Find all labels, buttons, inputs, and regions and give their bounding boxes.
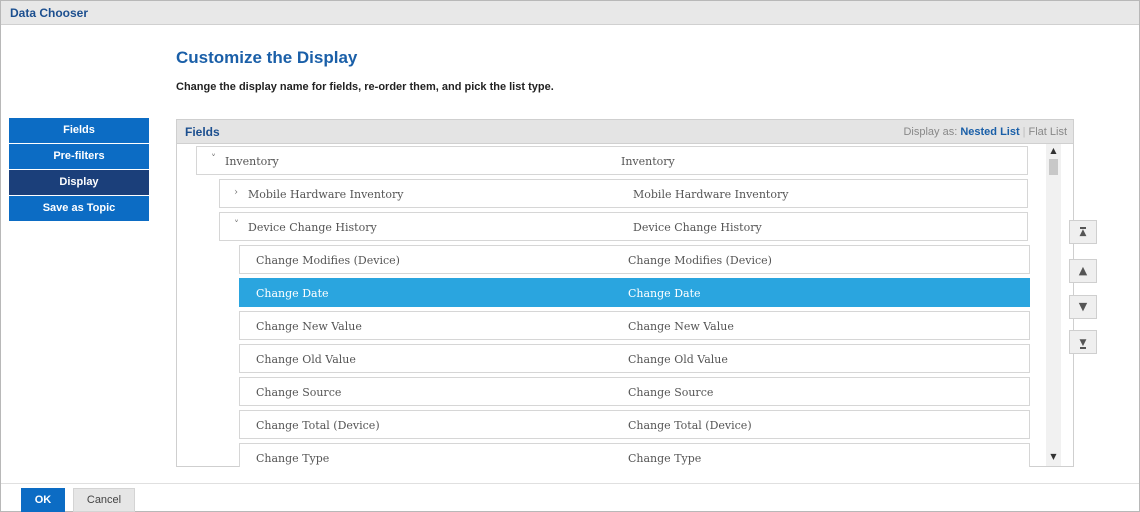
- flat-list-option[interactable]: Flat List: [1028, 126, 1067, 138]
- move-down-button[interactable]: ▼: [1069, 295, 1097, 319]
- move-to-bottom-button[interactable]: ▼: [1069, 330, 1097, 354]
- field-name: Change Source: [256, 386, 342, 399]
- field-display-name[interactable]: Change Source: [628, 386, 713, 399]
- move-up-button[interactable]: ▲: [1069, 259, 1097, 283]
- scroll-down-icon[interactable]: ▼: [1048, 452, 1059, 461]
- field-name: Mobile Hardware Inventory: [248, 188, 404, 201]
- move-up-icon: ▲: [1078, 264, 1088, 277]
- chevron-right-icon[interactable]: ›: [234, 187, 238, 198]
- move-to-bottom-icon: ▼: [1079, 338, 1087, 349]
- sidebar-item-pre-filters[interactable]: Pre-filters: [9, 144, 149, 169]
- tree-row-device-change-history[interactable]: ˅ Device Change History Device Change Hi…: [219, 212, 1028, 241]
- panel-title: Fields: [185, 125, 220, 139]
- tree-row-change-old-value[interactable]: Change Old Value Change Old Value: [239, 344, 1030, 373]
- tree-row-change-modifies-device[interactable]: Change Modifies (Device) Change Modifies…: [239, 245, 1030, 274]
- tree-scrollbar[interactable]: ▲ ▼: [1046, 144, 1061, 466]
- field-name: Change Type: [256, 452, 330, 465]
- field-display-name[interactable]: Change Total (Device): [628, 419, 752, 432]
- data-chooser-window: Data Chooser Customize the Display Chang…: [0, 0, 1140, 512]
- move-to-top-icon: ▲: [1079, 227, 1087, 238]
- display-as-label: Display as:: [903, 126, 958, 138]
- chevron-down-icon[interactable]: ˅: [234, 220, 239, 231]
- field-display-name[interactable]: Mobile Hardware Inventory: [633, 188, 788, 201]
- display-as-switcher: Display as: Nested List | Flat List: [903, 126, 1067, 138]
- field-name: Device Change History: [248, 221, 377, 234]
- field-display-name[interactable]: Change New Value: [628, 320, 734, 333]
- field-name: Inventory: [225, 155, 279, 168]
- tree-row-change-type[interactable]: Change Type Change Type: [239, 443, 1030, 467]
- titlebar: Data Chooser: [1, 1, 1139, 25]
- nested-list-option[interactable]: Nested List: [960, 126, 1019, 138]
- tree-row-change-new-value[interactable]: Change New Value Change New Value: [239, 311, 1030, 340]
- field-display-name[interactable]: Change Old Value: [628, 353, 728, 366]
- ok-button[interactable]: OK: [21, 488, 65, 512]
- tree-row-mobile-hardware-inventory[interactable]: › Mobile Hardware Inventory Mobile Hardw…: [219, 179, 1028, 208]
- field-name: Change Modifies (Device): [256, 254, 400, 267]
- tree-row-change-source[interactable]: Change Source Change Source: [239, 377, 1030, 406]
- sidebar-item-display[interactable]: Display: [9, 170, 149, 195]
- field-display-name[interactable]: Inventory: [621, 155, 675, 168]
- panel-header: Fields Display as: Nested List | Flat List: [177, 120, 1073, 144]
- chevron-down-icon[interactable]: ˅: [211, 154, 216, 165]
- field-name: Change Old Value: [256, 353, 356, 366]
- cancel-button[interactable]: Cancel: [73, 488, 135, 512]
- move-to-top-button[interactable]: ▲: [1069, 220, 1097, 244]
- tree-row-change-total-device[interactable]: Change Total (Device) Change Total (Devi…: [239, 410, 1030, 439]
- tree-row-inventory[interactable]: ˅ Inventory Inventory: [196, 146, 1028, 175]
- tree-row-change-date[interactable]: Change Date Change Date: [239, 278, 1030, 307]
- field-name: Change Date: [256, 287, 329, 300]
- field-display-name[interactable]: Change Modifies (Device): [628, 254, 772, 267]
- footer-divider: [1, 483, 1139, 484]
- sidebar-item-fields[interactable]: Fields: [9, 118, 149, 143]
- move-down-icon: ▼: [1078, 300, 1088, 313]
- sidebar-item-save-as-topic[interactable]: Save as Topic: [9, 196, 149, 221]
- field-name: Change Total (Device): [256, 419, 380, 432]
- scrollbar-thumb[interactable]: [1049, 159, 1058, 175]
- field-name: Change New Value: [256, 320, 362, 333]
- page-subtitle: Change the display name for fields, re-o…: [176, 81, 554, 93]
- page-title: Customize the Display: [176, 48, 358, 67]
- field-display-name[interactable]: Change Type: [628, 452, 701, 465]
- option-separator: |: [1022, 126, 1026, 138]
- sidebar-nav: Fields Pre-filters Display Save as Topic: [9, 118, 149, 222]
- window-title: Data Chooser: [10, 6, 89, 20]
- field-display-name[interactable]: Change Date: [628, 287, 701, 300]
- field-display-name[interactable]: Device Change History: [633, 221, 762, 234]
- scroll-up-icon[interactable]: ▲: [1048, 146, 1059, 155]
